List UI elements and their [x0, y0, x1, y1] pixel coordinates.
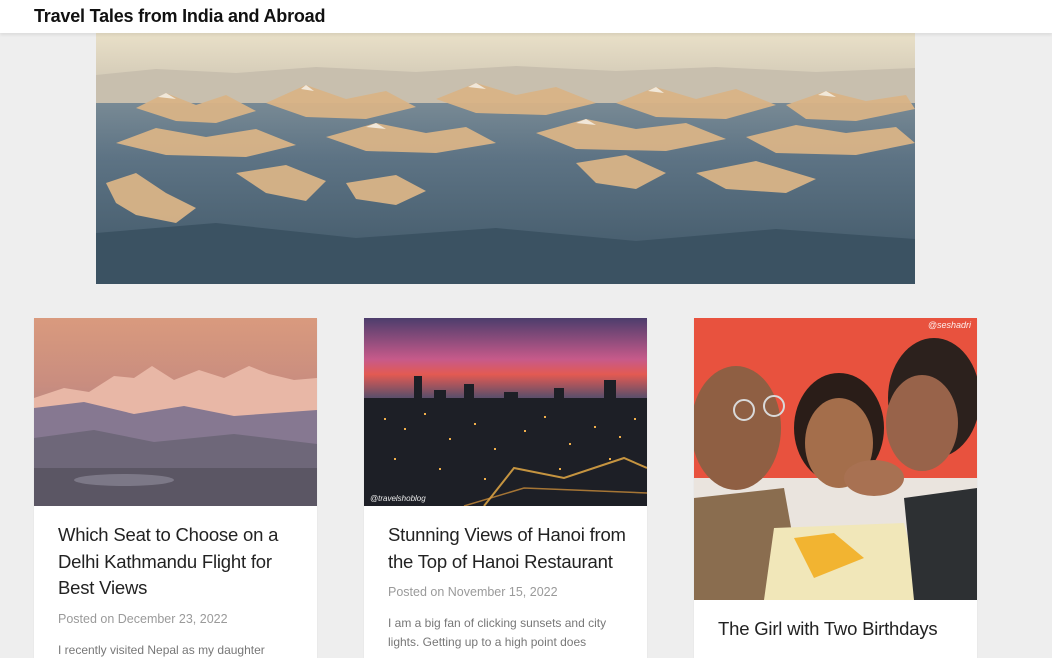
post-title[interactable]: The Girl with Two Birthdays — [718, 616, 957, 643]
post-body: Which Seat to Choose on a Delhi Kathmand… — [58, 522, 297, 658]
post-card[interactable]: Which Seat to Choose on a Delhi Kathmand… — [34, 318, 317, 658]
hero-image — [96, 33, 915, 284]
post-thumbnail[interactable]: @travelshoblog — [364, 318, 647, 506]
site-title[interactable]: Travel Tales from India and Abroad — [34, 6, 325, 27]
post-body: Stunning Views of Hanoi from the Top of … — [388, 522, 627, 652]
post-date: Posted on November 15, 2022 — [388, 585, 627, 599]
post-title[interactable]: Which Seat to Choose on a Delhi Kathmand… — [58, 522, 297, 602]
post-thumbnail[interactable]: @seshadri — [694, 318, 977, 600]
hanoi-night-city-photo — [364, 318, 647, 506]
post-date: Posted on December 23, 2022 — [58, 612, 297, 626]
post-body: The Girl with Two Birthdays — [718, 616, 957, 643]
post-card[interactable]: @seshadri The Girl with Two Birthdays — [694, 318, 977, 658]
himalaya-sunset-photo — [34, 318, 317, 506]
post-thumbnail[interactable] — [34, 318, 317, 506]
family-photo — [694, 318, 977, 600]
post-title[interactable]: Stunning Views of Hanoi from the Top of … — [388, 522, 627, 575]
photo-watermark: @seshadri — [928, 320, 971, 330]
post-card[interactable]: @travelshoblog Stunning Views of Hanoi f… — [364, 318, 647, 658]
post-excerpt: I recently visited Nepal as my daughter — [58, 641, 297, 658]
hero-mountains-illustration — [96, 33, 915, 284]
photo-credit: @travelshoblog — [370, 494, 426, 503]
site-header: Travel Tales from India and Abroad — [0, 0, 1052, 33]
post-excerpt: I am a big fan of clicking sunsets and c… — [388, 614, 627, 652]
